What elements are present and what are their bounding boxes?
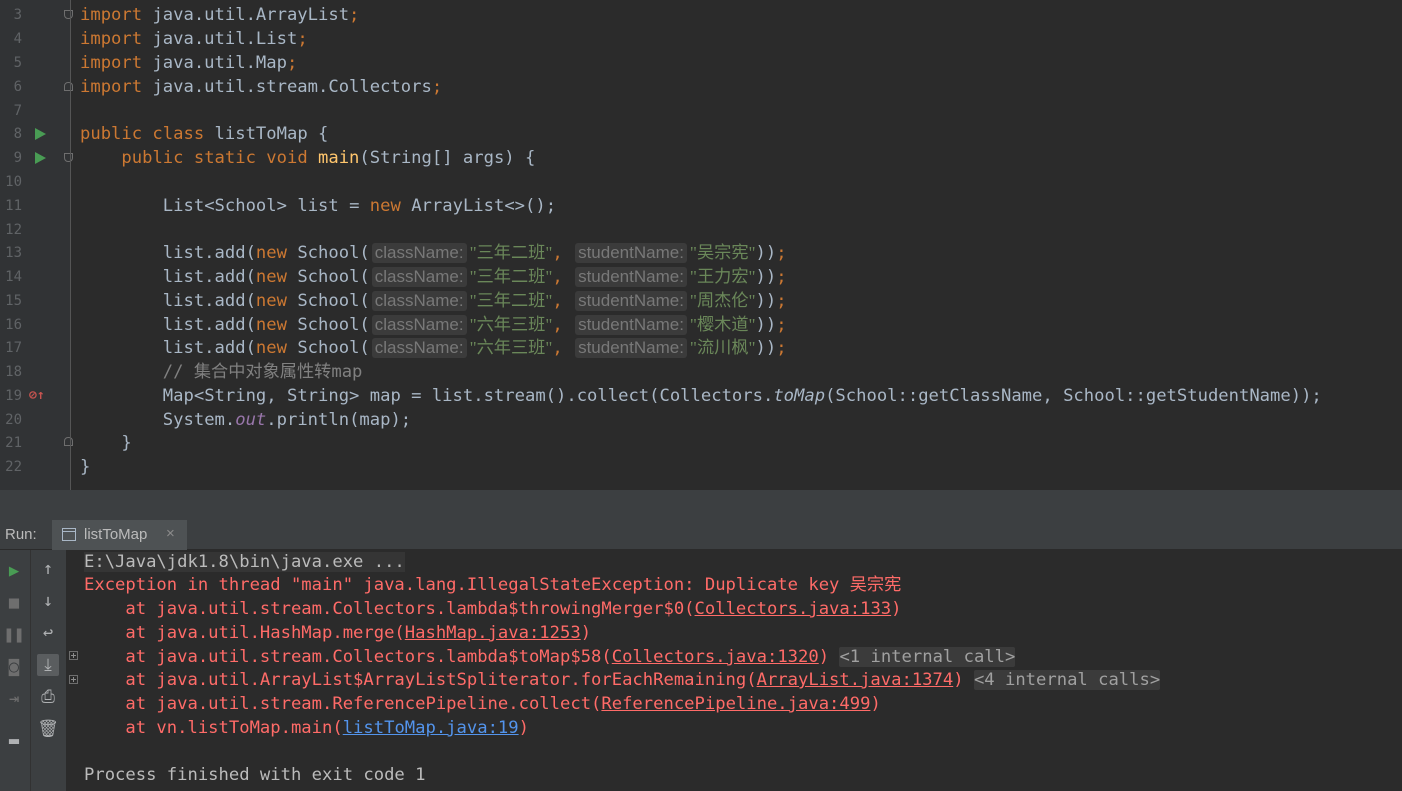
code-line[interactable]: list.add(new School(className: "三年二班", st… <box>80 241 787 265</box>
run-panel-header: Run: listToMap × <box>0 520 1402 550</box>
run-tab-title: listToMap <box>84 526 148 543</box>
line-number: 5 <box>13 55 22 71</box>
scroll-to-end-icon[interactable]: ⤓ <box>37 654 59 676</box>
line-number: 20 <box>5 412 22 428</box>
source-link[interactable]: Collectors.java:133 <box>695 599 892 619</box>
line-number: 8 <box>13 126 22 142</box>
line-number: 4 <box>13 31 22 47</box>
code-line[interactable]: List<School> list = new ArrayList<>(); <box>80 194 556 218</box>
breakpoint-override-icon[interactable]: ⊘↑ <box>29 384 45 408</box>
run-class-icon[interactable] <box>35 128 46 140</box>
up-arrow-icon[interactable]: ↑ <box>37 558 59 580</box>
code-editor[interactable]: 3 4 5 6 7 8 9 10 11 12 13 14 15 16 17 18… <box>0 0 1402 490</box>
stack-trace-line: at java.util.stream.ReferencePipeline.co… <box>84 694 881 714</box>
source-link[interactable]: ArrayList.java:1374 <box>757 670 954 690</box>
fold-start-icon[interactable] <box>64 10 73 19</box>
line-number: 12 <box>5 222 22 238</box>
console-line: E:\Java\jdk1.8\bin\java.exe ... <box>84 552 405 572</box>
close-icon[interactable]: × <box>166 525 175 542</box>
code-line[interactable]: // 集合中对象属性转map <box>80 360 363 384</box>
source-link[interactable]: Collectors.java:1320 <box>612 647 819 667</box>
editor-gutter: 3 4 5 6 7 8 9 10 11 12 13 14 15 16 17 18… <box>0 0 73 490</box>
code-line[interactable]: } <box>80 431 131 455</box>
console-toolbar: ↑ ↓ ↩ ⤓ ⎙ 🗑 <box>31 550 66 791</box>
code-line[interactable]: list.add(new School(className: "六年三班", st… <box>80 336 787 360</box>
line-number: 15 <box>5 293 22 309</box>
console-line: Process finished with exit code 1 <box>84 765 426 785</box>
code-line[interactable]: import java.util.ArrayList; <box>80 3 359 27</box>
down-arrow-icon[interactable]: ↓ <box>37 590 59 612</box>
line-number: 18 <box>5 364 22 380</box>
fold-end-icon[interactable] <box>64 82 73 91</box>
run-toolbar: ▶ ■ ❚❚ ◙ ⇥ ▬ <box>0 550 31 791</box>
code-line[interactable]: list.add(new School(className: "三年二班", st… <box>80 289 787 313</box>
fold-start-icon[interactable] <box>64 153 73 162</box>
expand-icon[interactable] <box>69 675 78 684</box>
line-number: 17 <box>5 340 22 356</box>
line-number: 6 <box>13 79 22 95</box>
fold-end-icon[interactable] <box>64 437 73 446</box>
internal-calls-fold[interactable]: <1 internal call> <box>839 647 1016 667</box>
layout-icon[interactable]: ▬ <box>3 730 25 752</box>
stack-trace-line: at vn.listToMap.main(listToMap.java:19) <box>84 718 529 738</box>
console-line: Exception in thread "main" java.lang.Ill… <box>84 575 902 595</box>
soft-wrap-icon[interactable]: ↩ <box>37 622 59 644</box>
run-main-icon[interactable] <box>35 152 46 164</box>
rerun-icon[interactable]: ▶ <box>3 560 25 582</box>
code-line[interactable]: import java.util.Map; <box>80 51 297 75</box>
trash-icon[interactable]: 🗑 <box>37 718 59 740</box>
line-number: 11 <box>5 198 22 214</box>
console-window-icon <box>62 528 76 541</box>
line-number: 10 <box>5 174 22 190</box>
gutter-separator <box>70 0 71 490</box>
line-number: 16 <box>5 317 22 333</box>
source-link[interactable]: HashMap.java:1253 <box>405 623 581 643</box>
line-number: 9 <box>13 150 22 166</box>
line-number: 21 <box>5 435 22 451</box>
code-line[interactable]: public static void main(String[] args) { <box>80 146 535 170</box>
line-number: 14 <box>5 269 22 285</box>
stack-trace-line: at java.util.ArrayList$ArrayListSplitera… <box>84 670 1161 690</box>
source-link[interactable]: ReferencePipeline.java:499 <box>601 694 870 714</box>
code-line[interactable]: import java.util.stream.Collectors; <box>80 75 442 99</box>
source-link[interactable]: listToMap.java:19 <box>343 718 519 738</box>
internal-calls-fold[interactable]: <4 internal calls> <box>973 670 1161 690</box>
panel-divider[interactable] <box>0 490 1402 520</box>
code-line[interactable]: list.add(new School(className: "六年三班", st… <box>80 313 787 337</box>
pause-icon[interactable]: ❚❚ <box>3 624 25 646</box>
console-output[interactable]: E:\Java\jdk1.8\bin\java.exe ... Exceptio… <box>66 550 1402 791</box>
run-tab[interactable]: listToMap × <box>52 520 187 550</box>
line-number: 13 <box>5 245 22 261</box>
stack-trace-line: at java.util.stream.Collectors.lambda$to… <box>84 647 1016 667</box>
exit-icon[interactable]: ⇥ <box>3 688 25 710</box>
expand-icon[interactable] <box>69 651 78 660</box>
stack-trace-line: at java.util.stream.Collectors.lambda$th… <box>84 599 902 619</box>
code-line[interactable]: public class listToMap { <box>80 122 328 146</box>
line-number: 3 <box>13 7 22 23</box>
code-line[interactable]: Map<String, String> map = list.stream().… <box>80 384 1322 408</box>
code-line[interactable]: } <box>80 455 90 479</box>
code-line[interactable]: list.add(new School(className: "三年二班", st… <box>80 265 787 289</box>
stop-icon[interactable]: ■ <box>3 592 25 614</box>
stack-trace-line: at java.util.HashMap.merge(HashMap.java:… <box>84 623 592 643</box>
code-line[interactable]: System.out.println(map); <box>80 408 411 432</box>
print-icon[interactable]: ⎙ <box>37 686 59 708</box>
run-label: Run: <box>5 526 37 543</box>
code-line[interactable]: import java.util.List; <box>80 27 308 51</box>
line-number: 7 <box>13 103 22 119</box>
line-number: 22 <box>5 459 22 475</box>
camera-icon[interactable]: ◙ <box>3 656 25 678</box>
line-number: 19 <box>5 388 22 404</box>
